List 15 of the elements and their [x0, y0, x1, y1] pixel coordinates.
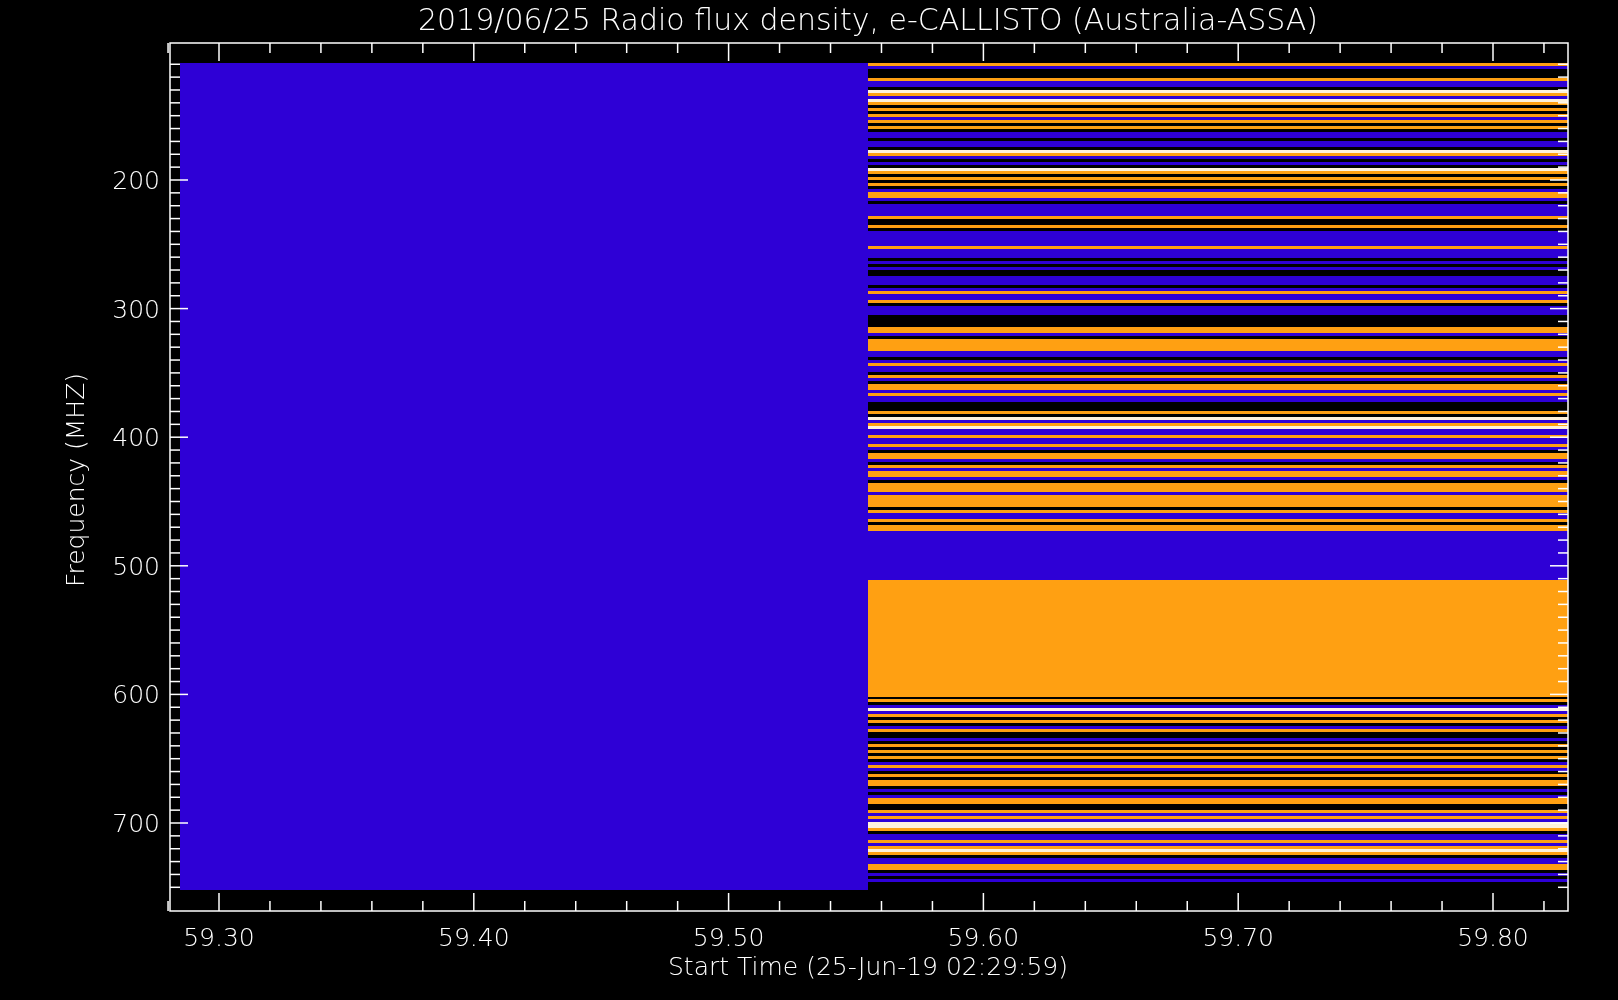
y-tick-label: 600	[112, 680, 160, 710]
y-axis-label: Frequency (MHZ)	[61, 372, 90, 588]
y-tick-label: 200	[112, 166, 160, 195]
y-tick-label: 300	[112, 294, 160, 324]
x-tick-label: 59.60	[947, 923, 1020, 952]
chart-title: 2019/06/25 Radio flux density, e-CALLISTO (Australia-ASSA)	[417, 2, 1319, 37]
y-tick-label: 700	[112, 809, 160, 838]
x-tick-label: 59.30	[183, 923, 255, 952]
x-tick-label: 59.50	[692, 923, 765, 952]
x-tick-label: 59.80	[1457, 923, 1529, 952]
y-tick-label: 400	[112, 423, 160, 453]
x-axis-label: Start Time (25-Jun-19 02:29:59)	[668, 952, 1068, 981]
x-tick-label: 59.40	[438, 923, 510, 952]
x-tick-label: 59.70	[1202, 923, 1274, 952]
y-tick-label: 500	[112, 551, 160, 581]
